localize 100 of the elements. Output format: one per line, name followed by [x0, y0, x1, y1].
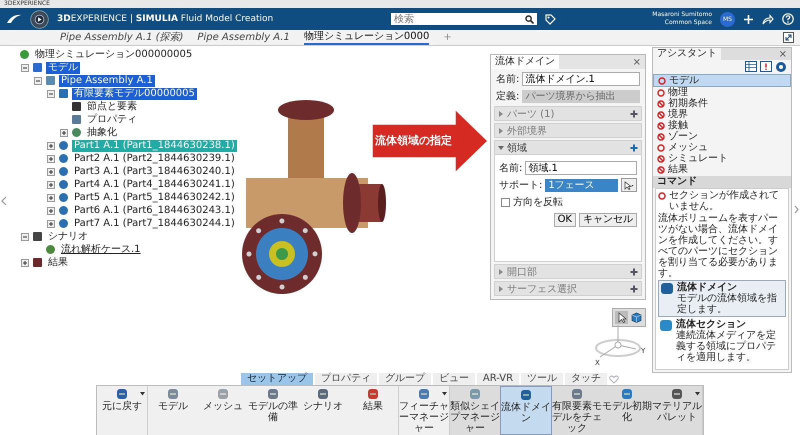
toolbar-tab[interactable]: セットアップ [240, 373, 313, 385]
section-header[interactable]: 開口部 [494, 264, 642, 279]
share-icon[interactable] [762, 14, 774, 24]
plus-icon[interactable] [630, 284, 638, 292]
caret-icon [498, 128, 504, 134]
toolbar-button[interactable]: モデル [148, 386, 198, 435]
toolbar-button[interactable]: メッシュ [198, 386, 248, 435]
dropdown-icon[interactable] [695, 392, 700, 396]
search-icon[interactable] [525, 14, 534, 24]
collapse-icon[interactable] [47, 90, 55, 98]
tree-item[interactable]: Part3 A.1 (Part3_1844630240.1) [72, 166, 237, 178]
field-label: 名前: [499, 162, 522, 175]
workflow-step[interactable]: 物理 [653, 87, 791, 98]
close-button[interactable]: × [774, 48, 791, 60]
tree-item[interactable]: 有限要素モデル00000005 [72, 88, 197, 100]
expand-icon[interactable] [47, 220, 55, 228]
tree-item[interactable]: Part6 A.1 (Part6_1844630243.1) [72, 204, 237, 216]
collapse-icon[interactable] [21, 64, 29, 72]
workflow-step[interactable]: 初期条件 [653, 98, 791, 109]
workflow-step[interactable]: モデル [653, 74, 791, 87]
command-item[interactable]: 流体セクション 連続流体メディアを定義する領域にプロパティを適用します。 [658, 318, 786, 364]
tree-item[interactable]: シナリオ [46, 230, 90, 242]
compass-icon[interactable] [30, 10, 49, 28]
toolbar-button[interactable]: モデルの準備 [248, 386, 298, 435]
definition-dropdown[interactable]: パーツ境界から抽出 [522, 90, 640, 102]
toolbar-button[interactable]: 結果 [348, 386, 398, 435]
expand-icon[interactable] [21, 258, 29, 266]
dropdown-icon[interactable] [140, 392, 145, 396]
command-item[interactable]: 流体ドメイン モデルの流体領域を指定します。 [658, 280, 786, 317]
document-tab[interactable]: Pipe Assembly A.1 (探索) [60, 31, 184, 44]
workflow-step[interactable]: 境界 [653, 109, 791, 120]
tree-item[interactable]: 物理シミュレーション000000005 [33, 48, 194, 60]
tree-item[interactable]: モデル [46, 62, 80, 74]
expand-icon[interactable] [47, 168, 55, 176]
dialog-button[interactable]: キャンセル [579, 213, 637, 227]
tree-item[interactable]: Part7 A.1 (Part7_1844630244.1) [72, 218, 237, 230]
prohibited-icon [657, 132, 665, 140]
tree-item[interactable]: Part4 A.1 (Part4_1844630241.1) [72, 178, 237, 190]
circle-icon [658, 192, 666, 200]
document-tab[interactable]: 物理シミュレーション0000 [304, 30, 430, 45]
prohibited-icon [657, 110, 665, 118]
plus-icon[interactable] [630, 110, 638, 118]
checkbox[interactable] [501, 198, 510, 206]
toolbar-button[interactable]: 類似シェイプマネージャー [450, 386, 500, 435]
toolbar-tab[interactable]: AR-VR [476, 373, 520, 385]
workflow-step[interactable]: シミュレート [653, 153, 791, 164]
expand-icon[interactable] [47, 180, 55, 188]
toolbar-tab[interactable]: グループ [378, 373, 431, 385]
alert-icon[interactable] [760, 61, 772, 72]
workflow-step[interactable]: 接触 [653, 120, 791, 131]
fullscreen-icon[interactable] [783, 32, 794, 43]
section-header[interactable]: サーフェス選択 [494, 281, 642, 296]
collapse-icon[interactable] [34, 76, 42, 84]
name-field[interactable]: 領域.1 [525, 161, 637, 175]
collapse-icon[interactable] [21, 232, 29, 240]
plus-icon[interactable] [630, 268, 638, 276]
prohibited-icon [657, 100, 665, 108]
circle-icon [657, 88, 665, 96]
toolbar-tab[interactable]: ビュー [432, 373, 475, 385]
toolbar-tab[interactable]: プロパティ [314, 373, 377, 385]
tree-item[interactable]: 流れ解析ケース.1 [59, 244, 143, 256]
help-icon[interactable] [782, 13, 794, 25]
tree-item[interactable]: 抽象化 [85, 126, 119, 138]
toolbar-tab[interactable]: タッチ [565, 373, 608, 385]
tree-item[interactable]: Pipe Assembly A.1 [59, 74, 155, 86]
expand-icon[interactable] [47, 206, 55, 214]
settings-icon[interactable] [775, 61, 787, 73]
expand-right-icon[interactable] [794, 205, 798, 214]
toolbar-button[interactable]: モデル初期化 [602, 386, 652, 435]
tree-item[interactable]: プロパティ [85, 114, 139, 126]
tree-item[interactable]: 節点と要素 [85, 100, 139, 112]
tag-icon[interactable] [545, 14, 556, 24]
tree-item[interactable]: 結果 [46, 256, 70, 268]
support-field[interactable]: 1フェース [545, 178, 618, 192]
toolbar-button[interactable]: フィーチャーマネージャー [399, 386, 449, 435]
collapse-left-icon[interactable] [1, 196, 7, 206]
plus-icon[interactable] [630, 144, 638, 152]
toolbar-button[interactable]: 流体ドメイン [500, 386, 552, 435]
toolbar-button[interactable]: シナリオ [298, 386, 348, 435]
expand-icon[interactable] [47, 142, 55, 150]
toolbar-button[interactable]: 有限要素モデルをチェック [552, 386, 602, 435]
toolbar-tab[interactable]: ツール [521, 373, 564, 385]
name-field[interactable]: 流体ドメイン.1 [522, 72, 640, 86]
close-button[interactable]: × [628, 56, 645, 68]
workflow-step[interactable]: 結果 [653, 164, 791, 175]
dropdown-icon[interactable] [442, 392, 447, 396]
expand-icon[interactable] [60, 128, 68, 136]
workflow-step[interactable]: メッシュ [653, 142, 791, 153]
toolbar-button[interactable]: 元に戻す [97, 386, 147, 435]
tree-item[interactable]: Part5 A.1 (Part5_1844630242.1) [72, 192, 237, 204]
expand-icon[interactable] [47, 194, 55, 202]
selection-mode-button[interactable] [621, 178, 637, 192]
document-tab[interactable]: Pipe Assembly A.1 [197, 31, 290, 44]
select-tool-button[interactable] [615, 311, 628, 324]
dialog-button[interactable]: OK [554, 213, 576, 227]
workflow-step[interactable]: ゾーン [653, 131, 791, 142]
section-header[interactable]: 領域 [494, 140, 642, 155]
tree-item[interactable]: Part2 A.1 (Part2_1844630239.1) [72, 152, 237, 164]
expand-icon[interactable] [47, 154, 55, 162]
toolbar-button[interactable]: マテリアルパレット [652, 386, 702, 435]
